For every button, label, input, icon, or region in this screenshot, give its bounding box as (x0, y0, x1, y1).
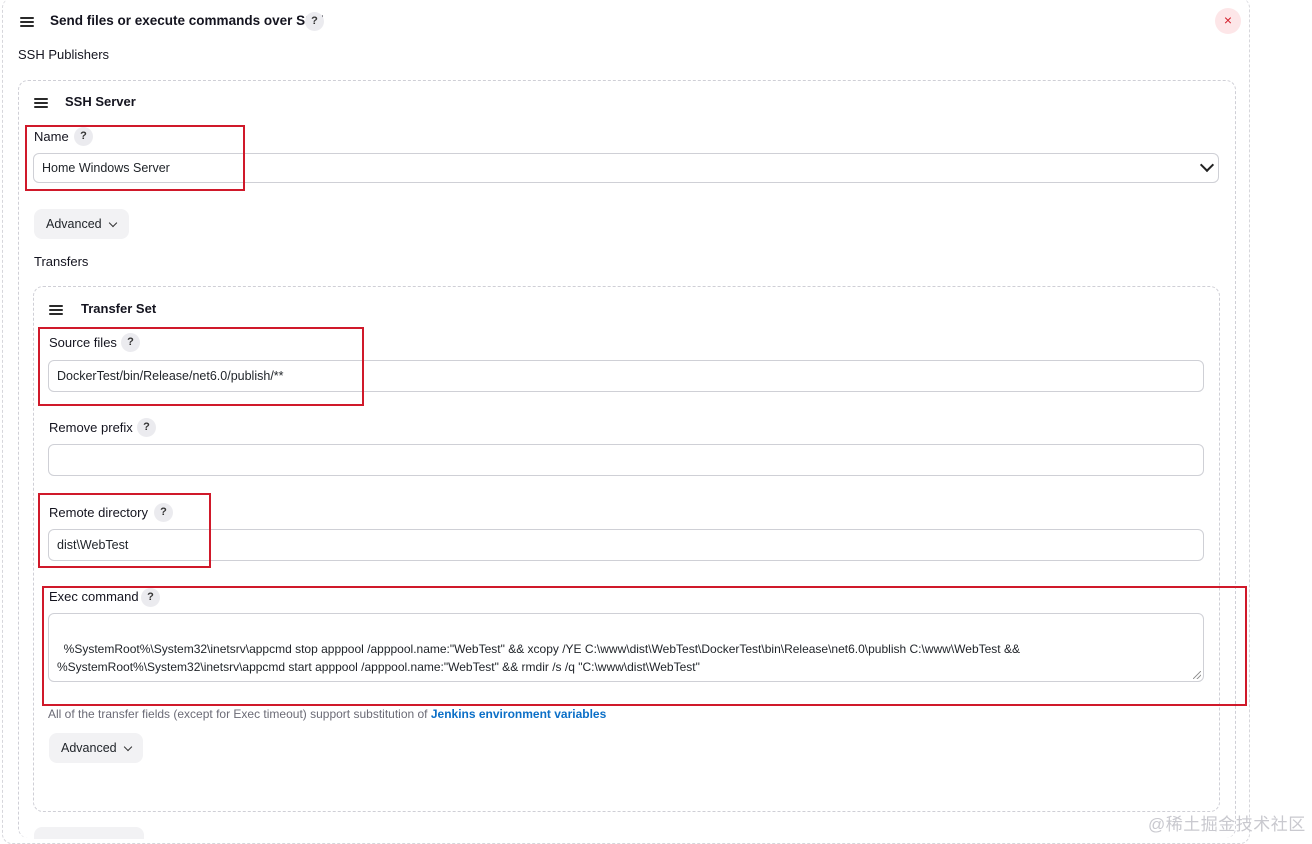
highlight-box (25, 125, 245, 191)
highlight-box (38, 327, 364, 406)
transfers-label: Transfers (34, 254, 89, 269)
transfer-set-title: Transfer Set (81, 301, 157, 316)
chevron-down-icon (1199, 157, 1215, 173)
ssh-server-title: SSH Server (65, 94, 136, 109)
jenkins-env-vars-link[interactable]: Jenkins environment variables (431, 707, 606, 721)
advanced-button-label: Advanced (46, 217, 102, 231)
remove-prefix-input[interactable] (48, 444, 1204, 476)
drag-handle-icon[interactable] (34, 98, 48, 108)
highlight-box (42, 586, 1247, 706)
add-button-partial[interactable] (34, 827, 144, 839)
drag-handle-icon[interactable] (49, 305, 63, 315)
remote-directory-input[interactable]: dist\WebTest (48, 529, 1204, 561)
chevron-down-icon (108, 218, 117, 228)
advanced-button-label: Advanced (61, 741, 117, 755)
substitution-note: All of the transfer fields (except for E… (48, 707, 606, 721)
step-title: Send files or execute commands over SSH (50, 13, 324, 28)
watermark: @稀土掘金技术社区 (1148, 815, 1306, 834)
close-icon[interactable]: × (1215, 8, 1241, 34)
chevron-down-icon (123, 742, 132, 752)
substitution-note-text: All of the transfer fields (except for E… (48, 707, 431, 721)
help-icon[interactable]: ? (305, 12, 324, 31)
remove-prefix-label: Remove prefix (49, 420, 133, 435)
ssh-publishers-label: SSH Publishers (18, 47, 110, 62)
advanced-button[interactable]: Advanced (34, 209, 129, 239)
highlight-box (38, 493, 211, 568)
transfer-advanced-button[interactable]: Advanced (49, 733, 143, 763)
help-icon[interactable]: ? (137, 418, 156, 437)
drag-handle-icon[interactable] (20, 17, 34, 27)
